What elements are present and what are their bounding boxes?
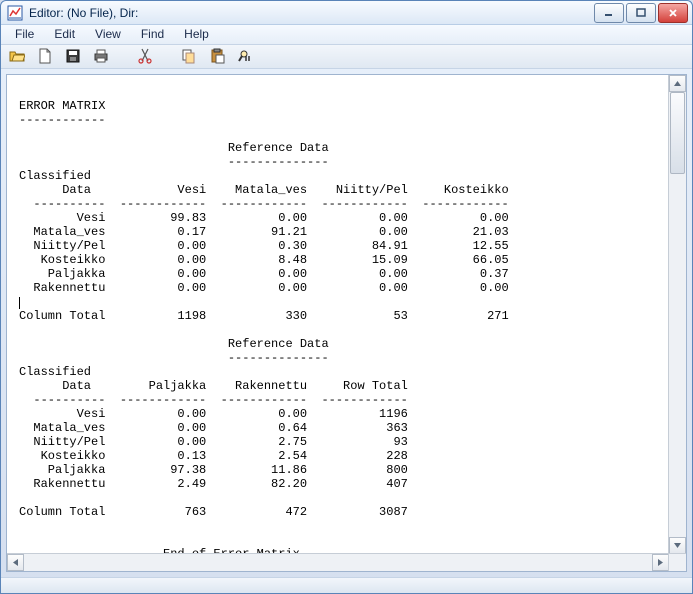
maximize-button[interactable] (626, 3, 656, 23)
paste-icon[interactable] (207, 46, 227, 66)
cut-icon[interactable] (135, 46, 155, 66)
menu-help[interactable]: Help (174, 25, 219, 43)
editor-area[interactable]: ERROR MATRIX ------------ Reference Data… (7, 75, 686, 571)
statusbar (1, 577, 692, 593)
scroll-track[interactable] (669, 92, 686, 537)
minimize-button[interactable] (594, 3, 624, 23)
editor-window: Editor: (No File), Dir: File Edit View F… (0, 0, 693, 594)
menu-edit[interactable]: Edit (44, 25, 85, 43)
toolbar (1, 45, 692, 69)
scroll-down-icon[interactable] (669, 537, 686, 554)
scroll-corner (668, 553, 686, 571)
vertical-scrollbar[interactable] (668, 75, 686, 554)
scroll-thumb[interactable] (670, 92, 685, 174)
menubar: File Edit View Find Help (1, 25, 692, 44)
scroll-up-icon[interactable] (669, 75, 686, 92)
menu-find[interactable]: Find (131, 25, 174, 43)
window-title: Editor: (No File), Dir: (29, 6, 594, 20)
scroll-left-icon[interactable] (7, 554, 24, 571)
app-icon (7, 5, 23, 21)
open-icon[interactable] (7, 46, 27, 66)
print-icon[interactable] (91, 46, 111, 66)
window-buttons (594, 3, 688, 23)
menu-view[interactable]: View (85, 25, 131, 43)
editor-text[interactable]: ERROR MATRIX ------------ Reference Data… (19, 85, 674, 561)
new-icon[interactable] (35, 46, 55, 66)
copy-icon[interactable] (179, 46, 199, 66)
menu-file[interactable]: File (5, 25, 44, 43)
titlebar: Editor: (No File), Dir: (1, 1, 692, 25)
content-frame: ERROR MATRIX ------------ Reference Data… (6, 74, 687, 572)
save-icon[interactable] (63, 46, 83, 66)
find-icon[interactable] (235, 46, 255, 66)
scroll-right-icon[interactable] (652, 554, 669, 571)
close-button[interactable] (658, 3, 688, 23)
horizontal-scrollbar[interactable] (7, 553, 669, 571)
